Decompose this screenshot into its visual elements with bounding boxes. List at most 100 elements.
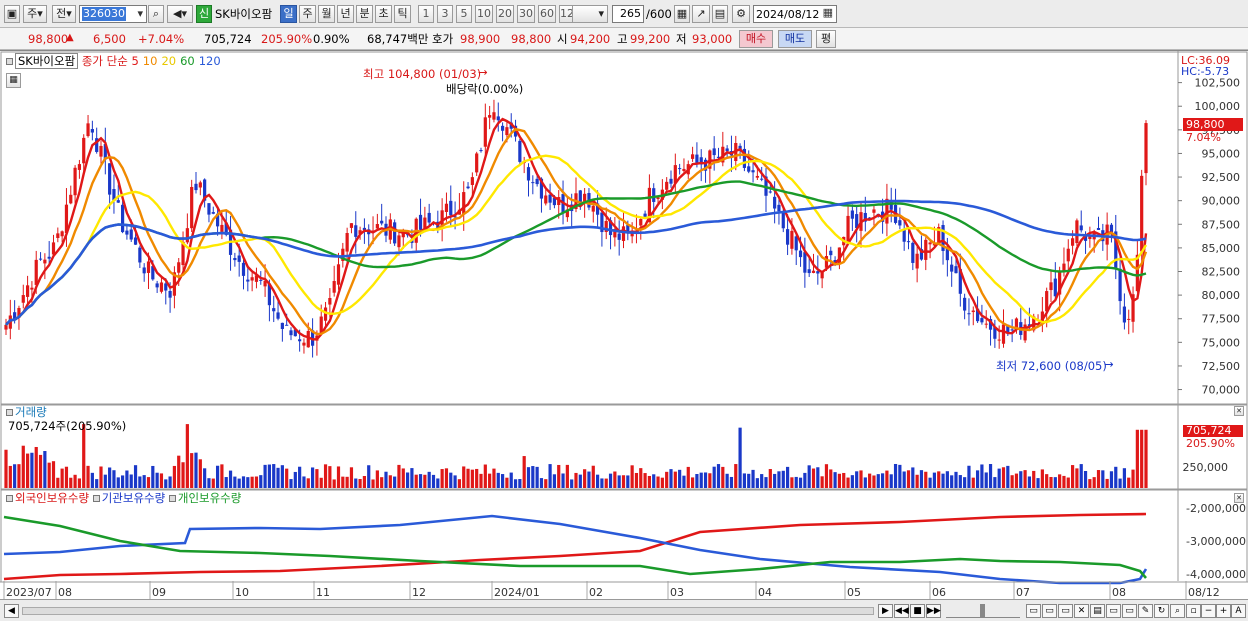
price-axis-label: 82,500 bbox=[1202, 266, 1241, 279]
stock-code-text: 326030 bbox=[82, 7, 126, 21]
current-price: 98,800 bbox=[28, 32, 69, 46]
average-button[interactable]: 평 bbox=[816, 30, 836, 48]
layout-icon[interactable]: ▣ bbox=[4, 5, 20, 23]
price-axis-label: 95,000 bbox=[1202, 147, 1241, 160]
layout-2-icon[interactable]: ▭ bbox=[1042, 604, 1057, 618]
buy-button[interactable]: 매수 bbox=[739, 30, 773, 48]
rewind-icon[interactable]: ◀◀ bbox=[894, 604, 909, 618]
date-input[interactable]: 2024/08/12 ▦ bbox=[753, 5, 837, 23]
price-tag: 98,800 bbox=[1183, 118, 1243, 131]
text-size-icon[interactable]: A bbox=[1231, 604, 1246, 618]
holding-lines bbox=[3, 512, 1148, 585]
price-axis-label: 92,500 bbox=[1202, 171, 1241, 184]
holding-axis-label: -4,000,000 bbox=[1186, 568, 1246, 581]
search-icon[interactable]: ⌕ bbox=[148, 5, 164, 23]
time-axis-label: 10 bbox=[235, 586, 249, 599]
scroll-right-icon[interactable]: ▶ bbox=[878, 604, 893, 618]
up-triangle-icon: ▲ bbox=[66, 32, 74, 43]
zoom-slider[interactable] bbox=[946, 604, 1020, 618]
trade-amount: 68,747백만 bbox=[367, 32, 429, 46]
type-label: 주 bbox=[27, 7, 38, 20]
export-icon[interactable]: ▭ bbox=[1122, 604, 1137, 618]
prev-dropdown[interactable]: 전▾ bbox=[52, 5, 76, 23]
price-axis-label: 90,000 bbox=[1202, 195, 1241, 208]
sound-icon[interactable]: ◀▾ bbox=[167, 5, 193, 23]
plus-icon[interactable]: + bbox=[1216, 604, 1231, 618]
indicator-settings-icon[interactable]: ▦ bbox=[6, 73, 21, 88]
period-button[interactable]: 년 bbox=[337, 5, 354, 23]
minute-button[interactable]: 3 bbox=[437, 5, 453, 23]
time-axis-label: 04 bbox=[758, 586, 772, 599]
volume-pct-tag: 205.90% bbox=[1186, 437, 1235, 450]
minute-button[interactable]: 30 bbox=[517, 5, 535, 23]
period-button[interactable]: 틱 bbox=[394, 5, 411, 23]
ma-legend-item: 10 bbox=[142, 54, 158, 68]
sync-icon[interactable]: ↻ bbox=[1154, 604, 1169, 618]
minute-button[interactable]: 5 bbox=[456, 5, 472, 23]
turnover-percent: 0.90% bbox=[313, 32, 350, 46]
draw-tool-icon[interactable]: ↗ bbox=[692, 5, 710, 23]
quote-bar: 98,800 ▲ 6,500 +7.04% 705,724 205.90% 0.… bbox=[0, 28, 1248, 50]
price-axis-label: 85,000 bbox=[1202, 242, 1241, 255]
layout-3-icon[interactable]: ▭ bbox=[1058, 604, 1073, 618]
low-price: 93,000 bbox=[692, 32, 733, 46]
period-button[interactable]: 월 bbox=[318, 5, 335, 23]
holding-legend: 외국인보유수량 기관보유수량 개인보유수량 bbox=[6, 491, 241, 505]
ma-legend-item: 20 bbox=[161, 54, 177, 68]
stock-chart[interactable]: 102,500100,00097,50095,00092,50090,00087… bbox=[0, 51, 1248, 600]
bid-price: 98,900 bbox=[460, 32, 501, 46]
fast-forward-icon[interactable]: ▶▶ bbox=[926, 604, 941, 618]
stop-icon[interactable]: ■ bbox=[910, 604, 925, 618]
volume-title-text: 거래량 bbox=[15, 405, 47, 419]
layout-1-icon[interactable]: ▭ bbox=[1026, 604, 1041, 618]
holding-close-icon[interactable]: ✕ bbox=[1234, 493, 1244, 503]
sell-button[interactable]: 매도 bbox=[778, 30, 812, 48]
time-axis-label: 2023/07 bbox=[6, 586, 52, 599]
copy-icon[interactable]: ▭ bbox=[1106, 604, 1121, 618]
price-axis-label: 87,500 bbox=[1202, 218, 1241, 231]
period-button[interactable]: 일 bbox=[280, 5, 297, 23]
hc-value: HC:-5.73 bbox=[1181, 65, 1230, 78]
time-axis-label: 07 bbox=[1016, 586, 1030, 599]
price-axis-label: 75,000 bbox=[1202, 336, 1241, 349]
volume-axis-label: 250,000 bbox=[1183, 461, 1229, 474]
interval-dropdown[interactable]: ▾ bbox=[572, 5, 608, 23]
high-price: 99,200 bbox=[630, 32, 671, 46]
chart-area[interactable]: 102,500100,00097,50095,00092,50090,00087… bbox=[0, 50, 1248, 599]
ma-legend-item: 5 bbox=[131, 54, 139, 68]
time-axis-label: 12 bbox=[412, 586, 426, 599]
save-icon[interactable]: ▤ bbox=[712, 5, 728, 23]
grid-icon[interactable]: ▦ bbox=[674, 5, 690, 23]
price-change: 6,500 bbox=[93, 32, 126, 46]
period-button[interactable]: 초 bbox=[375, 5, 392, 23]
period-button[interactable]: 주 bbox=[299, 5, 316, 23]
stock-code-input[interactable]: 326030 ▾ bbox=[79, 5, 147, 23]
zoom-in-icon[interactable]: ▫ bbox=[1186, 604, 1201, 618]
settings-gear-icon[interactable]: ⚙ bbox=[732, 5, 750, 23]
scroll-left-icon[interactable]: ◀ bbox=[4, 604, 19, 618]
holding-axis-label: -2,000,000 bbox=[1186, 502, 1246, 515]
price-axis-label: 70,000 bbox=[1202, 384, 1241, 397]
minute-button[interactable]: 1 bbox=[418, 5, 434, 23]
scroll-track[interactable] bbox=[22, 607, 874, 615]
count-input[interactable]: 265 bbox=[612, 5, 644, 23]
institution-holding-label: 기관보유수량 bbox=[101, 491, 166, 505]
low-arrow-icon: → bbox=[1104, 357, 1114, 371]
minute-button[interactable]: 20 bbox=[496, 5, 514, 23]
time-axis-label: 09 bbox=[152, 586, 166, 599]
zoom-icon[interactable]: ⌕ bbox=[1170, 604, 1185, 618]
type-dropdown[interactable]: 주▾ bbox=[23, 5, 47, 23]
zoom-out-icon[interactable]: − bbox=[1201, 604, 1216, 618]
link-icon[interactable]: ✎ bbox=[1138, 604, 1153, 618]
minute-button[interactable]: 60 bbox=[538, 5, 556, 23]
volume-close-icon[interactable]: ✕ bbox=[1234, 406, 1244, 416]
price-axis-label: 72,500 bbox=[1202, 360, 1241, 373]
crosshair-icon[interactable]: ✕ bbox=[1074, 604, 1089, 618]
open-price: 94,200 bbox=[570, 32, 611, 46]
print-icon[interactable]: ▤ bbox=[1090, 604, 1105, 618]
period-button[interactable]: 분 bbox=[356, 5, 373, 23]
minute-button[interactable]: 10 bbox=[475, 5, 493, 23]
low-annotation: 최저 72,600 (08/05) bbox=[996, 359, 1107, 373]
volume-ratio: 205.90% bbox=[261, 32, 313, 46]
time-axis-label: 08 bbox=[1112, 586, 1126, 599]
